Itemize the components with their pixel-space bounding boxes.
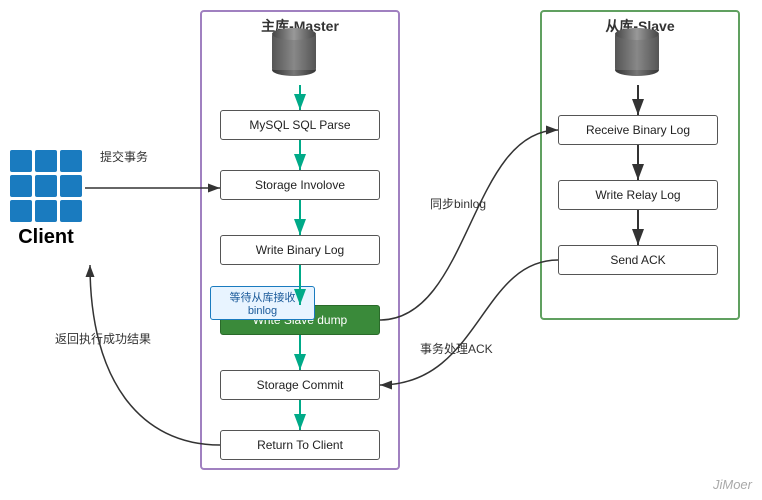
node-send-ack: Send ACK [558,245,718,275]
label-submit: 提交事务 [100,148,148,165]
note-wait-slave: 等待从库接收binlog [210,286,315,320]
slave-db-icon [615,28,659,76]
label-sync-binlog: 同步binlog [430,195,486,212]
label-transaction-ack: 事务处理ACK [420,340,493,357]
node-receive-binary-log: Receive Binary Log [558,115,718,145]
master-db-icon [272,28,316,76]
client-icon [10,150,82,222]
client-label: Client [10,226,82,249]
node-sql-parse: MySQL SQL Parse [220,110,380,140]
node-write-binary-log: Write Binary Log [220,235,380,265]
watermark: JiMoer [713,477,752,492]
node-storage-involve: Storage Involove [220,170,380,200]
client-area: Client [10,150,82,249]
node-storage-commit: Storage Commit [220,370,380,400]
label-return: 返回执行成功结果 [55,330,151,347]
node-return-to-client: Return To Client [220,430,380,460]
node-write-relay-log: Write Relay Log [558,180,718,210]
